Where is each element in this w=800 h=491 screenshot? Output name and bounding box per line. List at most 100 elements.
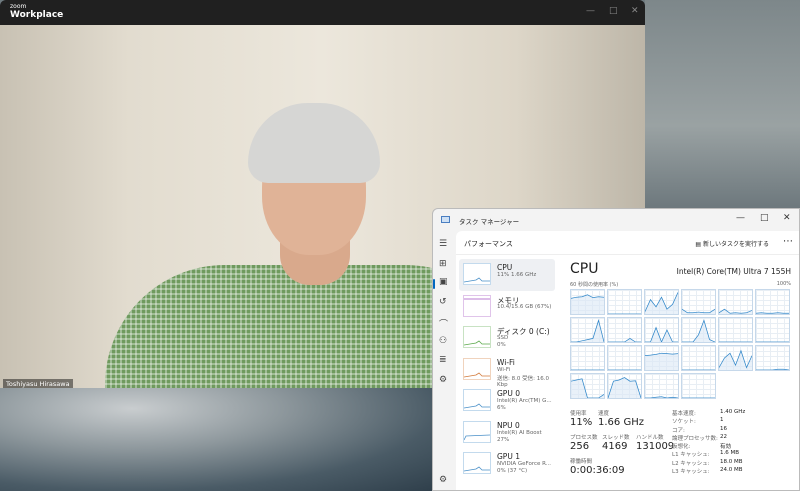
settings-icon[interactable]: ⚙	[439, 475, 447, 485]
participant-name: Toshiyasu Hirasawa	[3, 379, 73, 388]
cpu-core-graph	[607, 317, 642, 343]
close-icon[interactable]: ✕	[783, 213, 791, 223]
processes-icon[interactable]: ⊞	[439, 259, 447, 269]
resource-usage: 27%	[497, 436, 510, 443]
core-usage-line	[608, 313, 641, 314]
resource-detail: Intel(R) Arc(TM) G...	[497, 398, 552, 404]
core-usage-line	[571, 378, 604, 398]
sparkline-graph	[463, 371, 490, 377]
performance-icon[interactable]: ▣	[439, 277, 448, 287]
stat-label: プロセス数	[570, 435, 598, 441]
cpu-core-graph	[644, 317, 679, 343]
stat-label: ハンドル数	[636, 435, 664, 441]
spec-row: ソケット: 1	[672, 417, 792, 425]
core-usage-line	[756, 312, 789, 314]
cpu-core-graph	[755, 289, 790, 315]
spec-row: コア: 16	[672, 426, 792, 434]
cpu-core-graph	[607, 373, 642, 399]
core-usage-line	[682, 319, 715, 342]
stat-label: 速度	[598, 411, 610, 417]
spec-label: コア:	[672, 427, 685, 434]
core-usage-line	[571, 319, 604, 342]
run-new-task-button[interactable]: ▤ 新しいタスクを実行する	[695, 239, 769, 248]
resource-usage: 0%	[497, 342, 506, 348]
cpu-heading: CPU	[570, 261, 599, 277]
resource-usage: 0% (37 °C)	[497, 468, 528, 474]
cpu-core-graph	[644, 373, 679, 399]
stat-value: 11%	[570, 417, 593, 428]
resource-detail: SSD	[497, 335, 509, 341]
cpu-core-graph	[718, 289, 753, 315]
cpu-core-graph	[681, 317, 716, 343]
core-usage-line	[682, 308, 715, 314]
spec-label: 仮想化:	[672, 444, 691, 451]
resource-item[interactable]: GPU 1 NVIDIA GeForce R... 0% (37 °C)	[459, 448, 555, 480]
sparkline-graph	[464, 298, 490, 299]
maximize-icon[interactable]: □	[609, 6, 618, 16]
resource-sparkline	[463, 357, 491, 380]
cpu-core-graph	[755, 317, 790, 343]
resource-detail: Wi-Fi	[497, 366, 511, 373]
spec-label: 論理プロセッサ数:	[672, 435, 718, 442]
maximize-icon[interactable]: □	[760, 213, 769, 223]
participant-hair	[248, 103, 380, 183]
stat-value: 4169	[602, 441, 628, 452]
zoom-app-name: Workplace	[10, 10, 64, 20]
hamburger-menu-icon[interactable]: ☰	[439, 239, 447, 249]
cpu-specs: 基本速度: 1.40 GHz ソケット: 1 コア: 16 論理プロセッサ数: 22 仮想化: 有…	[672, 409, 792, 475]
cpu-core-graph	[681, 289, 716, 315]
minimize-icon[interactable]: —	[736, 213, 745, 223]
spec-value: 1.40 GHz	[720, 409, 746, 415]
cpu-core-graph	[607, 345, 642, 371]
core-usage-line	[608, 337, 641, 342]
core-usage-line	[756, 368, 789, 370]
close-icon[interactable]: ✕	[631, 6, 639, 16]
users-icon[interactable]: ⚇	[439, 336, 447, 346]
spec-value: 24.0 MB	[720, 467, 743, 474]
core-usage-line	[719, 341, 752, 342]
resource-item[interactable]: CPU 11% 1.66 GHz	[459, 259, 555, 291]
sparkline-graph	[463, 466, 490, 472]
resource-sparkline	[463, 420, 491, 443]
sparkline-graph	[463, 434, 491, 440]
cpu-core-graph	[644, 289, 679, 315]
stat-value: 1.66 GHz	[598, 417, 644, 428]
resource-detail: 11% 1.66 GHz	[497, 272, 537, 278]
spec-label: L1 キャッシュ:	[672, 452, 710, 459]
resource-item[interactable]: ディスク 0 (C:) SSD 0%	[459, 322, 555, 354]
resource-name: GPU 0	[497, 389, 520, 398]
resource-sparkline	[463, 389, 491, 411]
desktop-wallpaper-hill	[0, 388, 440, 491]
graph-max: 100%	[776, 281, 791, 287]
stat-value: 256	[570, 441, 590, 452]
cpu-core-graph	[681, 373, 716, 399]
zoom-title-bar: zoom Workplace — □ ✕	[0, 0, 645, 25]
sparkline-graph	[463, 340, 490, 346]
services-icon[interactable]: ⚙	[439, 375, 447, 385]
details-icon[interactable]: ≣	[439, 355, 447, 365]
app-history-icon[interactable]: ↺	[439, 297, 447, 307]
resource-item[interactable]: NPU 0 Intel(R) AI Boost 27%	[459, 417, 555, 449]
startup-apps-icon[interactable]: ⌒	[439, 317, 448, 330]
task-manager-icon	[441, 216, 450, 223]
resource-name: GPU 1	[497, 452, 520, 461]
core-usage-line	[608, 369, 641, 370]
resource-list: CPU 11% 1.66 GHz メモリ 10.4/15.6 GB (67%) …	[459, 259, 555, 480]
cpu-core-graph	[570, 289, 605, 315]
sparkline-graph	[463, 403, 490, 409]
spec-value: 18.0 MB	[720, 458, 743, 465]
resource-usage: 6%	[497, 405, 506, 411]
stat-value: 0:00:36:09	[570, 465, 625, 476]
spec-row: 論理プロセッサ数: 22	[672, 434, 792, 442]
cpu-model: Intel(R) Core(TM) Ultra 7 155H	[676, 267, 791, 276]
resource-item[interactable]: Wi-Fi Wi-Fi 送信: 8.0 受信: 16.0 Kbp	[459, 354, 555, 388]
resource-item[interactable]: GPU 0 Intel(R) Arc(TM) G... 6%	[459, 385, 555, 417]
cpu-core-graphs	[570, 289, 792, 401]
spec-row: L1 キャッシュ: 1.6 MB	[672, 450, 792, 458]
more-options-icon[interactable]: ⋯	[783, 236, 793, 247]
window-title: タスク マネージャー	[459, 218, 520, 226]
cpu-core-graph	[644, 345, 679, 371]
minimize-icon[interactable]: —	[586, 6, 595, 16]
resource-item[interactable]: メモリ 10.4/15.6 GB (67%)	[459, 291, 555, 323]
spec-row: 仮想化: 有効	[672, 442, 792, 450]
